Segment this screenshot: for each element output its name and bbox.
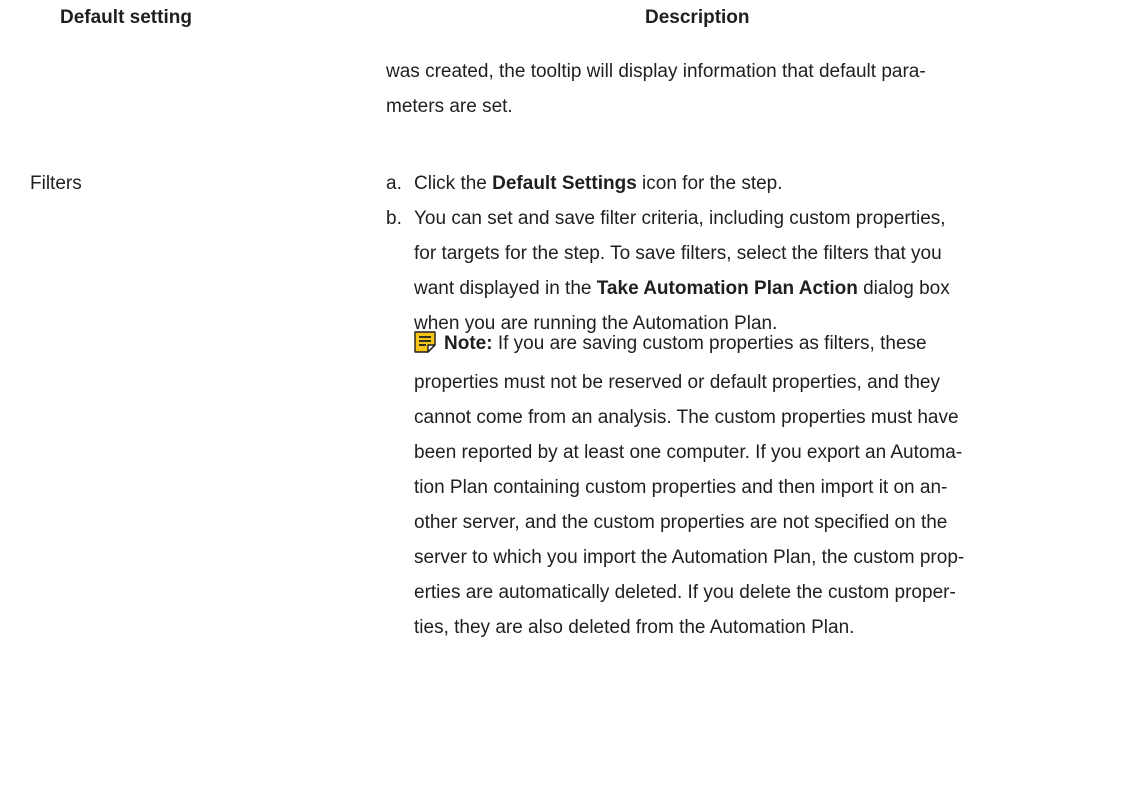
ui-term-take-automation-plan-action: Take Automation Plan Action: [596, 278, 858, 299]
text-line: been reported by at least one computer. …: [414, 442, 963, 463]
text-line: Note: If you are saving custom propertie…: [414, 326, 1094, 365]
text-run: want displayed in the: [414, 278, 597, 299]
steps-list: a. Click the Default Settings icon for t…: [386, 166, 1106, 341]
text-run: dialog box: [857, 278, 950, 299]
text-line: want displayed in the Take Automation Pl…: [414, 271, 1106, 306]
step-a: a. Click the Default Settings icon for t…: [386, 166, 1106, 201]
step-marker: a.: [386, 173, 402, 194]
text-line: other server, and the custom properties …: [414, 512, 948, 533]
text-line: erties are automatically deleted. If you…: [414, 582, 956, 603]
ui-term-default-settings: Default Settings: [492, 173, 637, 194]
text-run: If you are saving custom properties as f…: [492, 333, 927, 354]
text-line: Click the Default Settings icon for the …: [414, 166, 1106, 201]
text-run: icon for the step.: [636, 173, 783, 194]
note-icon: [414, 330, 436, 365]
step-b: b. You can set and save filter criteria,…: [386, 201, 1106, 341]
text-line: You can set and save filter criteria, in…: [414, 208, 946, 229]
text-line: server to which you import the Automatio…: [414, 547, 965, 568]
text-line: meters are set.: [386, 96, 513, 117]
note-block: Note: If you are saving custom propertie…: [414, 326, 1094, 645]
text-line: properties must not be reserved or defau…: [414, 372, 940, 393]
note-label: Note:: [444, 333, 493, 354]
text-line: tion Plan containing custom properties a…: [414, 477, 948, 498]
text-line: cannot come from an analysis. The custom…: [414, 407, 959, 428]
text-line: was created, the tooltip will display in…: [386, 61, 926, 82]
text-line: for targets for the step. To save filter…: [414, 243, 942, 264]
previous-row-description-continuation: was created, the tooltip will display in…: [386, 54, 1086, 124]
text-line: ties, they are also deleted from the Aut…: [414, 617, 855, 638]
text-run: Click the: [414, 173, 493, 194]
step-text: You can set and save filter criteria, in…: [414, 201, 1106, 341]
step-marker: b.: [386, 208, 402, 229]
column-header-description: Description: [645, 7, 750, 28]
column-header-default-setting: Default setting: [60, 7, 192, 28]
setting-name-filters: Filters: [30, 173, 82, 194]
step-text: Click the Default Settings icon for the …: [414, 166, 1106, 201]
